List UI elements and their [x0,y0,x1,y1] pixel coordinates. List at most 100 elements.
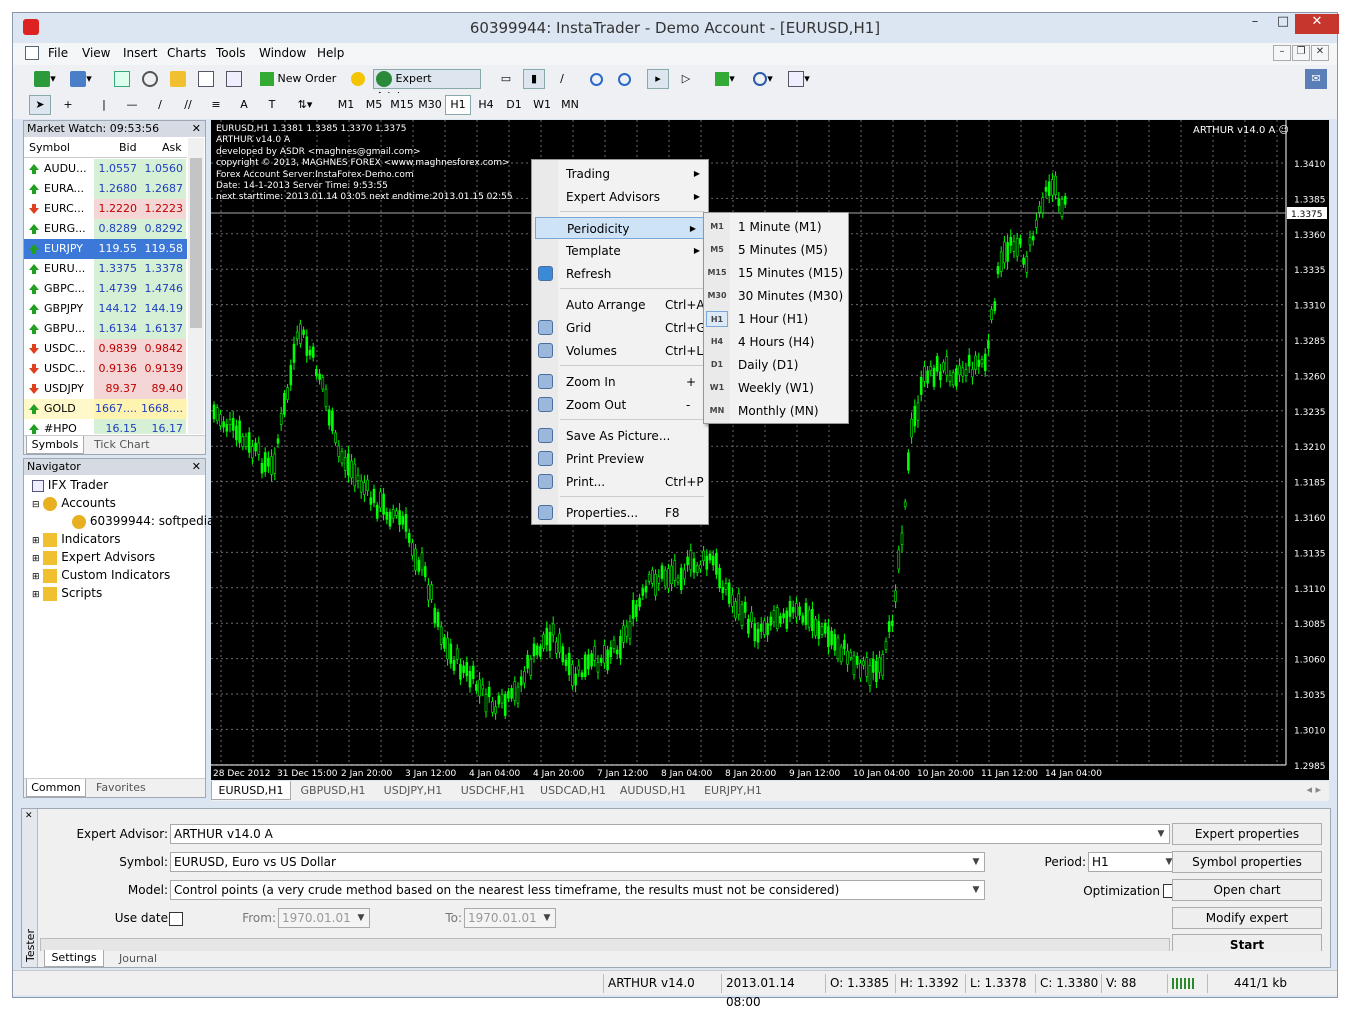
market-watch-row[interactable]: GBPU... 1.6134 1.6137 [24,319,187,339]
open-chart-button[interactable]: Open chart [1172,879,1322,901]
chart-shift-button[interactable]: ▷ [675,69,697,89]
market-watch-row[interactable]: EURG... 0.8289 0.8292 [24,219,187,239]
from-date-picker[interactable]: 1970.01.01 ▼ [278,908,370,928]
expand-icon[interactable]: ⊞ [32,590,40,600]
chart-tab[interactable]: EURJPY,H1 [693,781,773,800]
market-watch-row[interactable]: EURJPY 119.55 119.58 [24,239,187,259]
tf-m15[interactable]: M15 [389,95,415,115]
symbol-select[interactable]: EURUSD, Euro vs US Dollar ▼ [170,852,985,872]
navigator-close-icon[interactable]: ✕ [192,459,201,475]
tab-symbols[interactable]: Symbols [26,436,84,454]
market-watch-row[interactable]: EURC... 1.2220 1.2223 [24,199,187,219]
context-menu-item[interactable]: Print Preview [532,448,708,470]
menu-tools[interactable]: Tools [216,46,246,60]
close-button[interactable]: ✕ [1295,14,1339,34]
market-watch-close-icon[interactable]: ✕ [192,121,201,137]
periodicity-item[interactable]: M15 15 Minutes (M15) [704,262,848,284]
context-menu-item[interactable]: Volumes Ctrl+L [532,340,708,362]
period-select[interactable]: H1 ▼ [1088,852,1178,872]
context-menu-item[interactable]: Properties... F8 [532,502,708,524]
auto-scroll-button[interactable]: ▸ [647,69,669,89]
child-close-button[interactable]: ✕ [1311,45,1329,61]
scroll-thumb[interactable] [190,158,202,328]
expert-advisors-button[interactable]: Expert Advisors [373,69,481,103]
tf-m30[interactable]: M30 [417,95,443,115]
tab-scroll-arrows-icon[interactable]: ◂ ▸ [1306,783,1321,796]
periodicity-item[interactable]: M1 1 Minute (M1) [704,216,848,238]
profiles-button[interactable]: ▾ [65,69,97,89]
symbol-properties-button[interactable]: Symbol properties [1172,851,1322,873]
tab-tick-chart[interactable]: Tick Chart [94,438,150,451]
tf-w1[interactable]: W1 [529,95,555,115]
tf-h4[interactable]: H4 [473,95,499,115]
menu-insert[interactable]: Insert [123,46,157,60]
crosshair-tool[interactable]: + [57,95,79,115]
tf-m5[interactable]: M5 [361,95,387,115]
minimize-button[interactable]: – [1241,14,1269,34]
menu-charts[interactable]: Charts [167,46,206,60]
tester-button[interactable] [223,69,245,89]
periodicity-item[interactable]: MN Monthly (MN) [704,400,848,422]
channel-tool[interactable]: ∕∕ [177,95,199,115]
tree-account-softpedia[interactable]: 60399944: softpedia [72,514,214,529]
tf-d1[interactable]: D1 [501,95,527,115]
menu-view[interactable]: View [82,46,110,60]
trendline-tool[interactable]: ∕ [149,95,171,115]
periodicity-item[interactable]: H1 1 Hour (H1) [704,308,848,330]
menu-window[interactable]: Window [259,46,306,60]
column-ask[interactable]: Ask [162,138,182,158]
tab-journal[interactable]: Journal [119,952,157,965]
market-watch-scrollbar[interactable] [188,138,204,434]
context-menu-item[interactable]: Expert Advisors ▶ [532,186,708,208]
market-watch-row[interactable]: GOLD 1667.... 1668.... [24,399,187,419]
fibonacci-tool[interactable]: ≡ [205,95,227,115]
child-minimize-button[interactable]: – [1273,45,1291,61]
tf-m1[interactable]: M1 [333,95,359,115]
market-watch-row[interactable]: EURU... 1.3375 1.3378 [24,259,187,279]
periodicity-item[interactable]: D1 Daily (D1) [704,354,848,376]
tf-mn[interactable]: MN [557,95,583,115]
market-watch-row[interactable]: #HPO 16.15 16.17 [24,419,187,434]
market-watch-button[interactable] [111,69,133,89]
arrows-tool[interactable]: ⇅▾ [289,95,321,115]
context-menu-item[interactable]: Save As Picture... [532,425,708,447]
expert-advisor-select[interactable]: ARTHUR v14.0 A ▼ [170,824,1170,844]
expand-icon[interactable]: ⊞ [32,554,40,564]
terminal-button[interactable] [195,69,217,89]
context-menu-item[interactable]: Trading ▶ [532,163,708,185]
periodicity-item[interactable]: M5 5 Minutes (M5) [704,239,848,261]
collapse-icon[interactable]: ⊟ [32,500,40,510]
tab-favorites[interactable]: Favorites [96,781,146,794]
menu-help[interactable]: Help [317,46,344,60]
child-restore-button[interactable]: ❐ [1292,45,1310,61]
vertical-line-tool[interactable]: | [93,95,115,115]
chart-tab[interactable]: USDCAD,H1 [533,781,613,800]
periodicity-item[interactable]: W1 Weekly (W1) [704,377,848,399]
context-menu-item[interactable]: Auto Arrange Ctrl+A [532,294,708,316]
to-date-picker[interactable]: 1970.01.01 ▼ [464,908,556,928]
bar-chart-button[interactable]: ▭ [495,69,517,89]
zoom-out-button[interactable] [613,69,635,89]
tree-scripts[interactable]: ⊞ Scripts [32,586,102,601]
indicators-button[interactable]: ▾ [709,69,741,89]
tree-accounts[interactable]: ⊟ Accounts [32,496,116,511]
context-menu-item[interactable]: Template ▶ [532,240,708,262]
tree-custom-indicators[interactable]: ⊞ Custom Indicators [32,568,170,583]
templates-button[interactable]: ▾ [783,69,815,89]
alert-button[interactable] [347,69,369,89]
column-bid[interactable]: Bid [119,138,137,158]
modify-expert-button[interactable]: Modify expert [1172,907,1322,929]
zoom-in-button[interactable] [585,69,607,89]
new-order-button[interactable]: New Order [257,69,345,89]
horizontal-line-tool[interactable]: — [121,95,143,115]
context-menu-item[interactable]: Zoom In + [532,371,708,393]
tab-common[interactable]: Common [26,779,86,797]
tree-indicators[interactable]: ⊞ Indicators [32,532,120,547]
chart-tab[interactable]: EURUSD,H1 [211,781,291,800]
expand-icon[interactable]: ⊞ [32,572,40,582]
market-watch-row[interactable]: USDC... 0.9839 0.9842 [24,339,187,359]
expert-properties-button[interactable]: Expert properties [1172,823,1322,845]
context-menu-item[interactable]: Grid Ctrl+G [532,317,708,339]
column-symbol[interactable]: Symbol [29,138,70,158]
chart-tab[interactable]: AUDUSD,H1 [613,781,693,800]
